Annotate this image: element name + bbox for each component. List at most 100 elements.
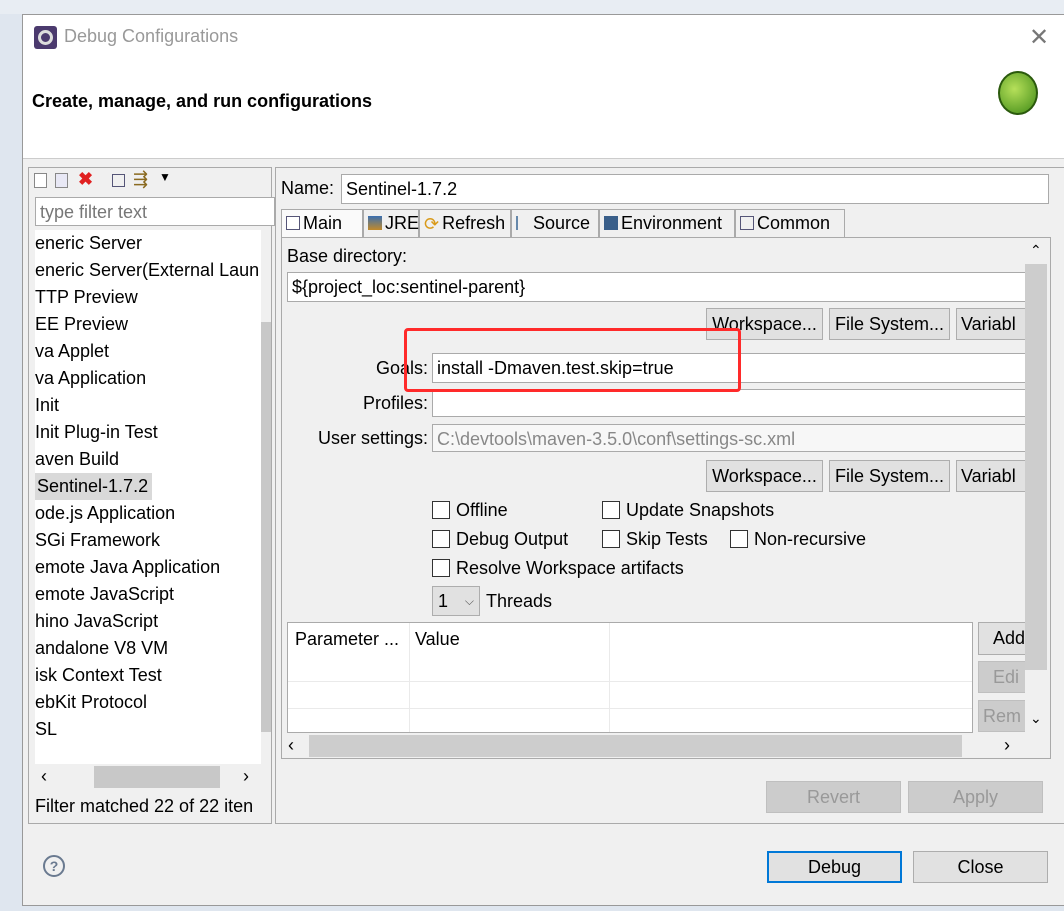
filter-placeholder: type filter text bbox=[40, 202, 148, 222]
configuration-list-panel: ✖ ⇶ ▼ type filter text eneric Server ener… bbox=[28, 167, 275, 824]
checkbox-label: Update Snapshots bbox=[626, 500, 775, 520]
view-menu-icon[interactable]: ▼ bbox=[159, 170, 171, 184]
tab-label: JRE bbox=[385, 213, 420, 233]
jre-icon bbox=[368, 216, 382, 230]
workspace-button-2[interactable]: Workspace... bbox=[706, 460, 823, 492]
variables-button[interactable]: Variabl bbox=[956, 308, 1036, 340]
scroll-left-icon[interactable]: ‹ bbox=[41, 766, 47, 787]
tree-vertical-scrollbar[interactable] bbox=[261, 230, 271, 764]
duplicate-icon[interactable] bbox=[55, 173, 68, 188]
tab-main[interactable]: Main bbox=[281, 209, 363, 238]
content-horizontal-scrollbar[interactable]: ‹ › bbox=[282, 734, 1050, 758]
name-input[interactable]: Sentinel-1.7.2 bbox=[341, 174, 1049, 204]
title-bar: Debug Configurations ✕ bbox=[23, 15, 1064, 61]
user-settings-input[interactable]: C:\devtools\maven-3.5.0\conf\settings-sc… bbox=[432, 424, 1032, 452]
tree-item[interactable]: emote Java Application bbox=[35, 554, 220, 581]
profiles-input[interactable] bbox=[432, 389, 1032, 417]
column-header-value[interactable]: Value bbox=[415, 629, 460, 650]
help-icon[interactable]: ? bbox=[43, 855, 65, 877]
close-button[interactable]: Close bbox=[913, 851, 1048, 883]
parameters-table[interactable]: Parameter ... Value bbox=[287, 622, 973, 733]
tab-common[interactable]: Common bbox=[735, 209, 845, 237]
tab-refresh[interactable]: ⟳ Refresh bbox=[419, 209, 511, 237]
revert-button[interactable]: Revert bbox=[766, 781, 901, 813]
tree-item[interactable]: aven Build bbox=[35, 446, 119, 473]
name-label: Name: bbox=[281, 178, 335, 198]
scroll-left-icon[interactable]: ‹ bbox=[288, 735, 294, 756]
tree-item[interactable]: EE Preview bbox=[35, 311, 128, 338]
checkbox-label: Skip Tests bbox=[626, 529, 708, 549]
file-system-button-2[interactable]: File System... bbox=[829, 460, 950, 492]
bug-icon bbox=[998, 71, 1038, 115]
filter-icon[interactable]: ⇶ bbox=[133, 169, 148, 190]
tree-horizontal-scrollbar[interactable]: ‹ › bbox=[35, 764, 271, 790]
file-system-button[interactable]: File System... bbox=[829, 308, 950, 340]
skip-tests-checkbox[interactable]: Skip Tests bbox=[602, 529, 708, 550]
update-snapshots-checkbox[interactable]: Update Snapshots bbox=[602, 500, 774, 521]
tab-source[interactable]: Source bbox=[511, 209, 599, 237]
non-recursive-checkbox[interactable]: Non-recursive bbox=[730, 529, 866, 550]
apply-button[interactable]: Apply bbox=[908, 781, 1043, 813]
tree-item[interactable]: va Applet bbox=[35, 338, 109, 365]
tree-item[interactable]: isk Context Test bbox=[35, 662, 162, 689]
goals-highlight-box bbox=[404, 328, 741, 392]
tab-label: Source bbox=[533, 213, 591, 233]
tab-environment[interactable]: Environment bbox=[599, 209, 735, 237]
remove-button[interactable]: Rem bbox=[978, 700, 1028, 732]
filter-input[interactable]: type filter text bbox=[35, 197, 275, 226]
tree-item[interactable]: Init bbox=[35, 392, 59, 419]
tree-item[interactable]: va Application bbox=[35, 365, 146, 392]
refresh-icon: ⟳ bbox=[424, 214, 440, 234]
collapse-all-icon[interactable] bbox=[112, 174, 125, 187]
debug-configurations-dialog: Debug Configurations ✕ Create, manage, a… bbox=[22, 14, 1064, 906]
close-icon[interactable]: ✕ bbox=[1029, 23, 1049, 52]
base-directory-value: ${project_loc:sentinel-parent} bbox=[292, 277, 526, 297]
scroll-down-icon[interactable]: ⌄ bbox=[1030, 710, 1042, 727]
new-config-icon[interactable] bbox=[34, 173, 47, 188]
content-vertical-scrollbar[interactable]: ⌃ ⌄ bbox=[1025, 242, 1047, 732]
scroll-right-icon[interactable]: › bbox=[1004, 735, 1010, 756]
tree-item[interactable]: eneric Server(External Laun bbox=[35, 257, 259, 284]
background-toolbar bbox=[0, 0, 1064, 14]
threads-select[interactable]: 1 ⌵ bbox=[432, 586, 480, 616]
checkbox-label: Debug Output bbox=[456, 529, 569, 549]
edit-button[interactable]: Edi bbox=[978, 661, 1028, 693]
offline-checkbox[interactable]: Offline bbox=[432, 500, 508, 521]
tree-item[interactable]: andalone V8 VM bbox=[35, 635, 168, 662]
debug-button[interactable]: Debug bbox=[767, 851, 902, 883]
tab-jre[interactable]: JRE bbox=[363, 209, 419, 237]
configuration-editor-panel: Name: Sentinel-1.7.2 Main JRE ⟳ Refresh S… bbox=[275, 167, 1064, 824]
column-header-parameter[interactable]: Parameter ... bbox=[295, 629, 399, 650]
base-directory-input[interactable]: ${project_loc:sentinel-parent} bbox=[287, 272, 1027, 302]
tree-item[interactable]: Sentinel-1.7.2 bbox=[35, 473, 153, 500]
base-directory-label: Base directory: bbox=[287, 246, 408, 266]
environment-icon bbox=[604, 216, 618, 230]
header-title: Create, manage, and run configurations bbox=[32, 91, 373, 111]
filter-status: Filter matched 22 of 22 iten bbox=[35, 796, 254, 816]
add-button[interactable]: Add bbox=[978, 622, 1028, 655]
scroll-right-icon[interactable]: › bbox=[243, 766, 249, 787]
tab-content: Base directory: ${project_loc:sentinel-p… bbox=[281, 237, 1051, 759]
resolve-workspace-checkbox[interactable]: Resolve Workspace artifacts bbox=[432, 558, 684, 579]
tab-label: Common bbox=[757, 213, 831, 233]
configuration-tree[interactable]: eneric Server eneric Server(External Laun… bbox=[35, 230, 271, 764]
tree-item[interactable]: emote JavaScript bbox=[35, 581, 174, 608]
debug-output-checkbox[interactable]: Debug Output bbox=[432, 529, 568, 550]
main-tab-icon bbox=[286, 216, 300, 230]
tab-bar: Main JRE ⟳ Refresh Source Environment Com… bbox=[281, 209, 1051, 238]
tree-item[interactable]: eneric Server bbox=[35, 230, 142, 257]
scroll-up-icon[interactable]: ⌃ bbox=[1030, 242, 1042, 259]
variables-button-2[interactable]: Variabl bbox=[956, 460, 1036, 492]
tab-label: Main bbox=[303, 213, 343, 233]
delete-icon[interactable]: ✖ bbox=[78, 169, 93, 190]
tree-item[interactable]: TTP Preview bbox=[35, 284, 138, 311]
tree-item[interactable]: Init Plug-in Test bbox=[35, 419, 158, 446]
tab-label: Refresh bbox=[442, 213, 506, 233]
tree-item[interactable]: ebKit Protocol bbox=[35, 689, 147, 716]
window-title: Debug Configurations bbox=[64, 26, 239, 46]
tree-item[interactable]: SGi Framework bbox=[35, 527, 160, 554]
tree-item[interactable]: hino JavaScript bbox=[35, 608, 158, 635]
tree-item[interactable]: SL bbox=[35, 716, 57, 743]
tree-item[interactable]: ode.js Application bbox=[35, 500, 175, 527]
dialog-header: Create, manage, and run configurations bbox=[23, 61, 1064, 159]
